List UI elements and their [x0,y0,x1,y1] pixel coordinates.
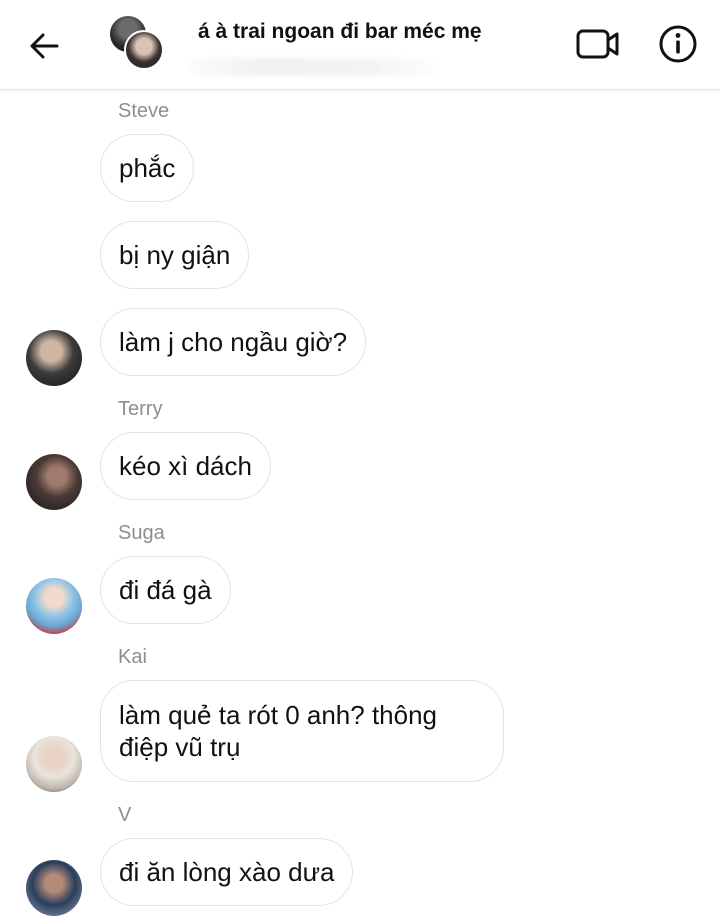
message-bubble[interactable]: đi ăn lòng xào dưa [100,838,354,906]
video-camera-icon [576,29,619,59]
sender-avatar[interactable] [26,454,82,510]
message-bubble[interactable]: bị ny giận [100,221,250,289]
blurred-subtitle [190,58,440,76]
group-member-avatar [124,30,164,70]
sender-name: Steve [118,100,170,122]
info-button[interactable] [654,20,702,68]
sender-name: Terry [118,398,163,420]
sender-name: V [118,804,132,826]
sender-avatar[interactable] [26,736,82,792]
group-avatar[interactable] [108,14,170,72]
message-bubble[interactable]: đi đá gà [100,556,231,624]
back-button[interactable] [22,24,66,68]
sender-name: Kai [118,646,147,668]
video-call-button[interactable] [572,22,624,66]
message-bubble[interactable]: làm j cho ngầu giờ? [100,308,367,376]
message-bubble[interactable]: kéo xì dách [100,432,271,500]
message-bubble[interactable]: làm quẻ ta rót 0 anh? thông điệp vũ trụ [100,680,504,782]
sender-avatar[interactable] [26,860,82,916]
message-bubble[interactable]: phắc [100,134,195,202]
info-circle-icon [659,25,697,63]
sender-name: Suga [118,522,165,544]
sender-avatar[interactable] [26,330,82,386]
sender-avatar[interactable] [26,578,82,634]
chat-title[interactable]: á à trai ngoan đi bar méc mẹ [198,20,482,44]
arrow-left-icon [30,33,59,59]
chat-header: á à trai ngoan đi bar méc mẹ [0,0,720,90]
